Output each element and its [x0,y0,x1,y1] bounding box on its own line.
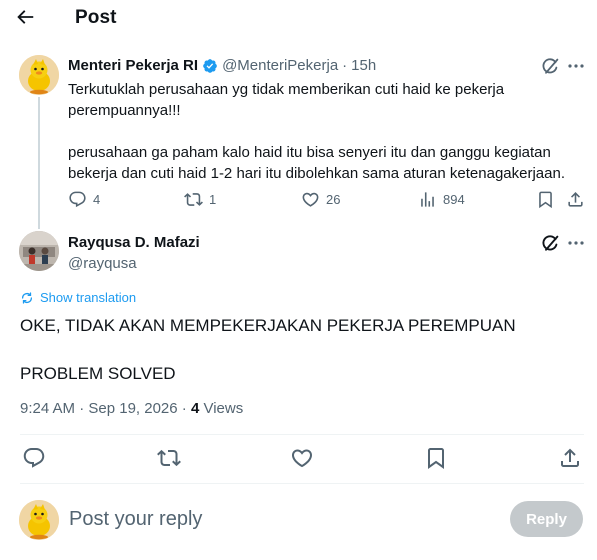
post-timestamp[interactable]: 9:24 AM · Sep 19, 2026 · [20,400,187,417]
author-name[interactable]: Menteri Pekerja RI [68,57,198,74]
reply-count: 4 [93,192,101,207]
reply-icon [69,191,86,208]
share-action[interactable] [558,446,584,472]
more-icon [568,64,584,68]
views-total: 4 [190,400,200,417]
views-label: Views [203,400,244,417]
repost-icon [184,193,203,206]
reply-action[interactable] [22,446,48,472]
repost-count: 1 [209,192,217,207]
more-button[interactable] [566,56,586,76]
grok-button[interactable] [540,233,560,253]
more-button[interactable] [566,233,586,253]
like-action[interactable]: 26 [301,190,340,209]
reply-post-text: OKE, TIDAK AKAN MEMPEKERJAKAN PEKERJA PE… [20,314,580,386]
meta-separator: · [342,57,348,74]
views-icon [421,192,434,207]
profile-photo-icon [19,231,59,271]
like-icon [302,192,319,207]
reply-action[interactable]: 4 [68,190,100,209]
author-name[interactable]: Rayqusa D. Mafazi [68,234,200,251]
author-handle[interactable]: @rayqusa [68,255,137,272]
reply-button[interactable]: Reply [510,501,583,537]
show-translation-label: Show translation [40,290,137,305]
share-icon [561,448,579,467]
repost-action[interactable]: 1 [184,190,216,209]
back-arrow-icon [17,10,34,24]
page-title: Post [75,7,117,28]
show-translation-link[interactable]: Show translation [20,290,136,305]
avatar-menteri-pekerja[interactable] [19,55,59,95]
post-text-line: Terkutuklah perusahaan yg tidak memberik… [68,81,505,119]
like-count: 26 [326,192,341,207]
parent-post-text: Terkutuklah perusahaan yg tidak memberik… [68,79,578,184]
bookmark-icon [428,448,444,469]
like-icon [291,449,313,468]
post-text-line: OKE, TIDAK AKAN MEMPEKERJAKAN PEKERJA PE… [20,316,516,335]
thread-connector [38,97,40,229]
share-action[interactable] [566,190,585,209]
repost-action[interactable] [157,446,183,472]
bookmark-action[interactable] [536,190,555,209]
grok-button[interactable] [540,56,560,76]
reply-input[interactable]: Post your reply [69,508,202,531]
back-button[interactable] [14,6,42,28]
grok-icon [542,235,559,251]
post-time[interactable]: 15h [351,57,376,74]
avatar-current-user [19,500,59,540]
more-icon [568,241,584,245]
verified-badge-icon [203,58,217,73]
like-action[interactable] [290,446,316,472]
reply-icon [23,448,45,468]
views-count: 894 [443,192,465,207]
divider [20,434,584,435]
duck-avatar-icon [19,55,59,95]
bookmark-icon [539,191,552,209]
views-action[interactable]: 894 [418,190,465,209]
share-icon [568,192,583,207]
parent-post-header: Menteri Pekerja RI @MenteriPekerja · 15h [68,57,376,74]
author-handle[interactable]: @MenteriPekerja [222,57,338,74]
divider [20,483,584,484]
duck-avatar-icon [19,500,59,540]
repost-icon [157,449,181,467]
translate-icon [21,291,33,304]
bookmark-action[interactable] [424,446,450,472]
grok-icon [542,58,559,74]
post-text-line: perusahaan ga paham kalo haid itu bisa s… [68,144,565,182]
post-text-line: PROBLEM SOLVED [20,364,176,383]
post-meta: 9:24 AM · Sep 19, 2026 · 4 Views [20,400,243,417]
avatar-rayqusa[interactable] [19,231,59,271]
